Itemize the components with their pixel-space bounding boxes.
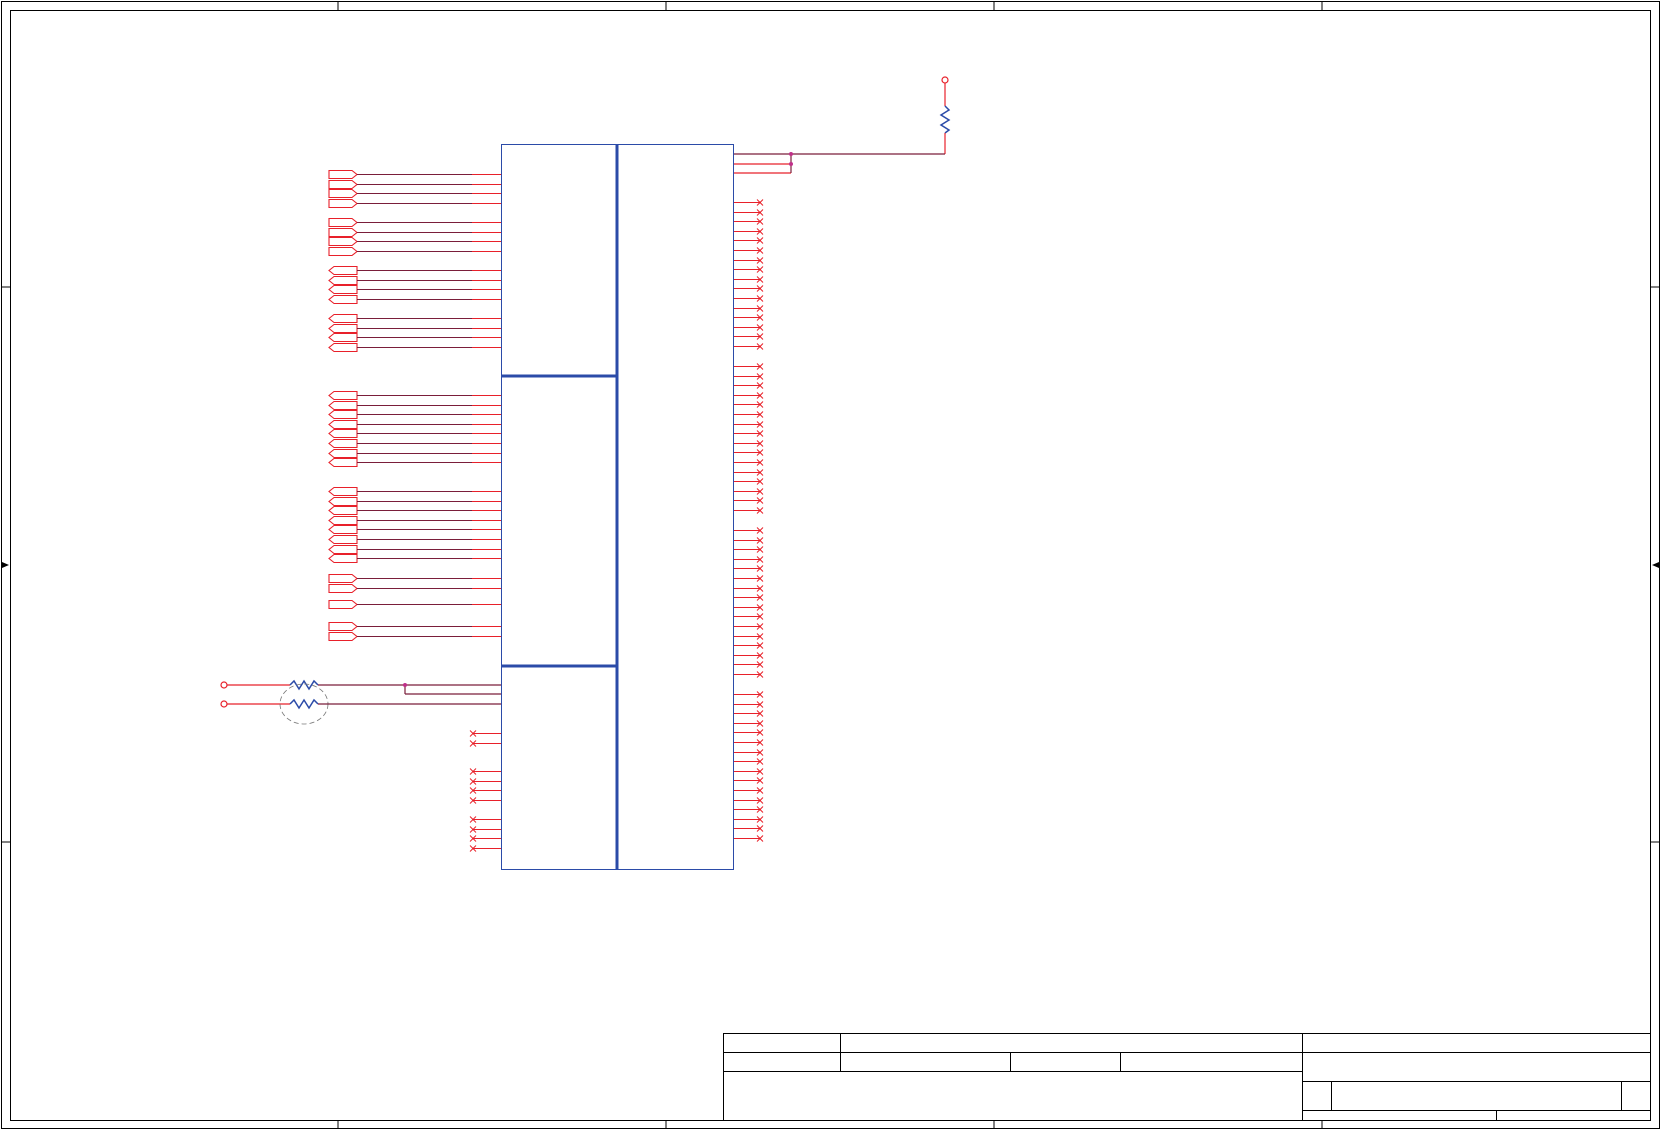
nc-group (734, 363, 764, 514)
right-arrow-icon (2, 562, 9, 568)
nc-group (469, 768, 501, 804)
resistor-network (220, 679, 501, 725)
junction-dot (789, 162, 793, 166)
input-port-icon (328, 457, 358, 468)
port-group (328, 217, 501, 257)
schematic-canvas (1, 1, 1660, 1129)
port-group (328, 169, 501, 209)
input-port-icon (328, 515, 358, 526)
junction-dot (403, 683, 407, 687)
resistor-icon (289, 698, 319, 710)
right-no-connect-pins (734, 199, 764, 842)
left-port-groups (328, 169, 501, 642)
outer-border (1, 1, 1660, 1129)
resistor-icon (289, 679, 319, 691)
input-port-icon (328, 332, 358, 343)
ic-symbol (501, 144, 734, 870)
input-port-icon (328, 409, 358, 420)
zone-arrows (2, 562, 1659, 568)
input-port-icon (328, 294, 358, 305)
input-port-icon (328, 553, 358, 564)
sheet-frame (1, 1, 1660, 1129)
schematic-sheet (0, 0, 1661, 1130)
input-port-icon (328, 448, 358, 459)
port-group (328, 313, 501, 353)
port-group (328, 621, 501, 642)
input-port-icon (328, 534, 358, 545)
power-terminal-icon (220, 700, 228, 708)
input-port-icon (328, 400, 358, 411)
output-port-icon (328, 246, 358, 257)
input-port-icon (328, 428, 358, 439)
input-port-icon (328, 275, 358, 286)
inner-border (10, 10, 1651, 1121)
nc-group (469, 730, 501, 747)
left-no-connect-pins (469, 730, 501, 852)
input-port-icon (328, 544, 358, 555)
input-port-icon (328, 284, 358, 295)
input-port-icon (328, 313, 358, 324)
power-terminal-icon (941, 76, 949, 84)
input-port-icon (328, 505, 358, 516)
output-port-icon (328, 179, 358, 190)
output-port-icon (328, 631, 358, 642)
input-port-icon (328, 419, 358, 430)
input-port-icon (328, 390, 358, 401)
output-port-icon (328, 198, 358, 209)
port-group (328, 573, 501, 594)
left-arrow-icon (1652, 562, 1659, 568)
port-group (328, 599, 501, 610)
output-port-icon (328, 227, 358, 238)
output-port-icon (328, 236, 358, 247)
port-group (328, 265, 501, 305)
port-group (328, 390, 501, 468)
nc-group (734, 527, 764, 678)
output-port-icon (328, 599, 358, 610)
nc-group (469, 816, 501, 852)
input-port-icon (328, 265, 358, 276)
output-port-icon (328, 621, 358, 632)
output-port-icon (328, 188, 358, 199)
resistor-icon (939, 105, 951, 134)
junction-dot (789, 152, 793, 156)
input-port-icon (328, 323, 358, 334)
power-terminal-icon (220, 681, 228, 689)
nc-group (734, 199, 764, 350)
input-port-icon (328, 524, 358, 535)
port-group (328, 486, 501, 564)
input-port-icon (328, 496, 358, 507)
nc-group (734, 691, 764, 842)
input-port-icon (328, 486, 358, 497)
output-port-icon (328, 583, 358, 594)
title-block (723, 1033, 1651, 1121)
output-port-icon (328, 217, 358, 228)
pullup-network (734, 76, 951, 174)
output-port-icon (328, 169, 358, 180)
title-block-frame (723, 1033, 1651, 1121)
input-port-icon (328, 342, 358, 353)
input-port-icon (328, 438, 358, 449)
output-port-icon (328, 573, 358, 584)
